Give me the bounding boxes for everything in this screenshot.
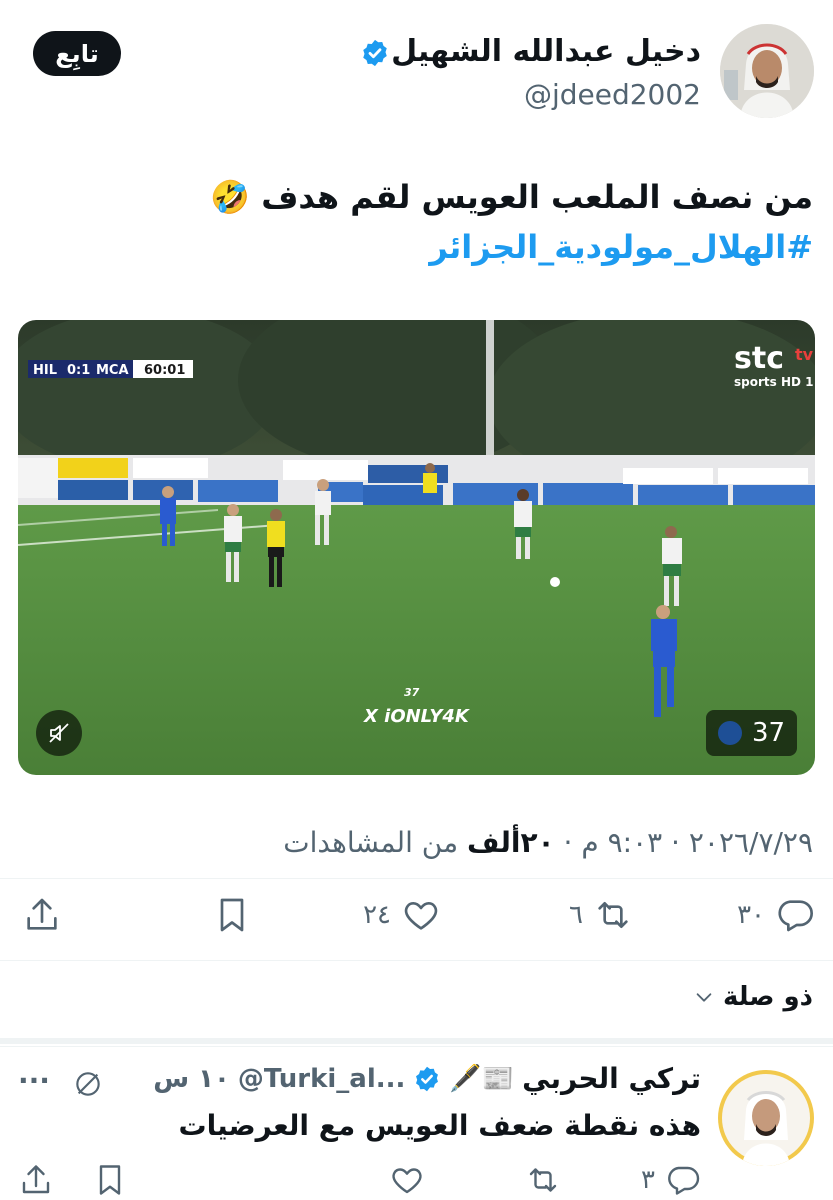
watermark-text: X iONLY4K [363, 706, 471, 727]
views-badge-count: 37 [751, 718, 786, 748]
reply-time[interactable]: ١٠ س [153, 1064, 230, 1094]
views-badge: 37 [706, 710, 797, 756]
bookmark-icon [99, 1165, 121, 1195]
reply-icon [778, 900, 813, 932]
reply-like-action[interactable] [389, 1162, 425, 1198]
reply-reply-count: ٣ [641, 1165, 655, 1195]
retweet-icon [598, 902, 628, 928]
reply-bookmark-action[interactable] [92, 1162, 128, 1198]
bookmark-icon [220, 898, 244, 932]
divider [0, 960, 833, 961]
heart-icon [404, 902, 438, 930]
chevron-down-icon [696, 993, 712, 1002]
watermark-number: 37 [404, 686, 420, 699]
reply-name-emojis: 📰🖋️ [449, 1063, 515, 1094]
tweet-text: من نصف الملعب العويس لقم هدف 🤣 #الهلال_م… [113, 172, 813, 272]
tweet-time[interactable]: ٩:٠٣ م [581, 826, 662, 859]
views-badge-icon [717, 721, 742, 745]
hashtag-link[interactable]: #الهلال_مولودية_الجزائر [113, 222, 813, 272]
more-options-button[interactable]: ··· [18, 1064, 50, 1097]
tweet-views-count: ٢٠ألف [466, 826, 555, 859]
reply-author-avatar[interactable] [718, 1070, 814, 1166]
tweet-meta: ٢٠٢٦/٧/٢٩ · ٩:٠٣ م · ٢٠ألف من المشاهدات [283, 826, 813, 859]
author-name[interactable]: دخيل عبدالله الشهيل [391, 34, 701, 69]
relevant-toggle[interactable]: ذو صلة [693, 982, 813, 1012]
author-handle[interactable]: @jdeed2002 [524, 78, 701, 111]
muted-speaker-icon [49, 723, 69, 743]
channel-logo: stc [734, 341, 784, 376]
blocked-icon [76, 1072, 100, 1096]
reply-action[interactable]: ٣٠ [737, 895, 815, 935]
reply-author-handle[interactable]: @Turki_al... [238, 1064, 406, 1094]
video-frame: HIL 0:1 MCA 60:01 stc tv sports HD 1 37 … [18, 320, 815, 775]
channel-logo-tv: tv [795, 345, 814, 364]
retweet-action[interactable]: ٦ [569, 895, 633, 935]
like-count: ٢٤ [363, 900, 391, 930]
divider [0, 878, 833, 879]
heart-icon [392, 1168, 422, 1194]
retweet-count: ٦ [569, 900, 583, 930]
score-away: MCA [96, 363, 129, 378]
tweet-video[interactable]: HIL 0:1 MCA 60:01 stc tv sports HD 1 37 … [18, 320, 815, 775]
reply-header: تركي الحربي 📰🖋️ @Turki_al... ١٠ س [153, 1062, 701, 1095]
follow-button[interactable]: تابِع [33, 31, 121, 76]
author-avatar-image [720, 24, 814, 118]
reply-text: هذه نقطة ضعف العويس مع العرضيات [178, 1109, 701, 1142]
score-home: HIL [33, 363, 57, 378]
retweet-icon [529, 1168, 557, 1192]
like-action[interactable]: ٢٤ [363, 895, 441, 935]
reply-avatar-image [722, 1074, 810, 1166]
match-clock: 60:01 [144, 363, 185, 378]
reply-icon [668, 1166, 700, 1195]
reply-share-action[interactable] [18, 1162, 54, 1198]
verified-badge-icon [363, 39, 387, 67]
mute-button[interactable] [36, 710, 82, 756]
share-icon [27, 898, 57, 930]
bookmark-action[interactable] [212, 895, 252, 935]
reply-author-name[interactable]: تركي الحربي [522, 1062, 701, 1095]
tweet-views-label: من المشاهدات [283, 826, 459, 859]
author-avatar[interactable] [720, 24, 814, 118]
score-value: 0:1 [67, 363, 90, 378]
share-action[interactable] [22, 895, 62, 935]
divider [0, 1046, 833, 1047]
channel-sub: sports HD 1 [734, 375, 813, 389]
section-divider [0, 1038, 833, 1044]
reply-count: ٣٠ [737, 900, 765, 930]
tweet-date[interactable]: ٢٠٢٦/٧/٢٩ [689, 826, 813, 859]
relevant-label: ذو صلة [722, 982, 813, 1012]
share-icon [22, 1165, 50, 1194]
reply-reply-action[interactable]: ٣ [641, 1162, 701, 1198]
tweet-text-line: من نصف الملعب العويس لقم هدف [261, 178, 813, 216]
laughing-emoji-icon: 🤣 [210, 178, 251, 216]
reply-retweet-action[interactable] [525, 1162, 561, 1198]
verified-badge-icon [416, 1066, 439, 1091]
